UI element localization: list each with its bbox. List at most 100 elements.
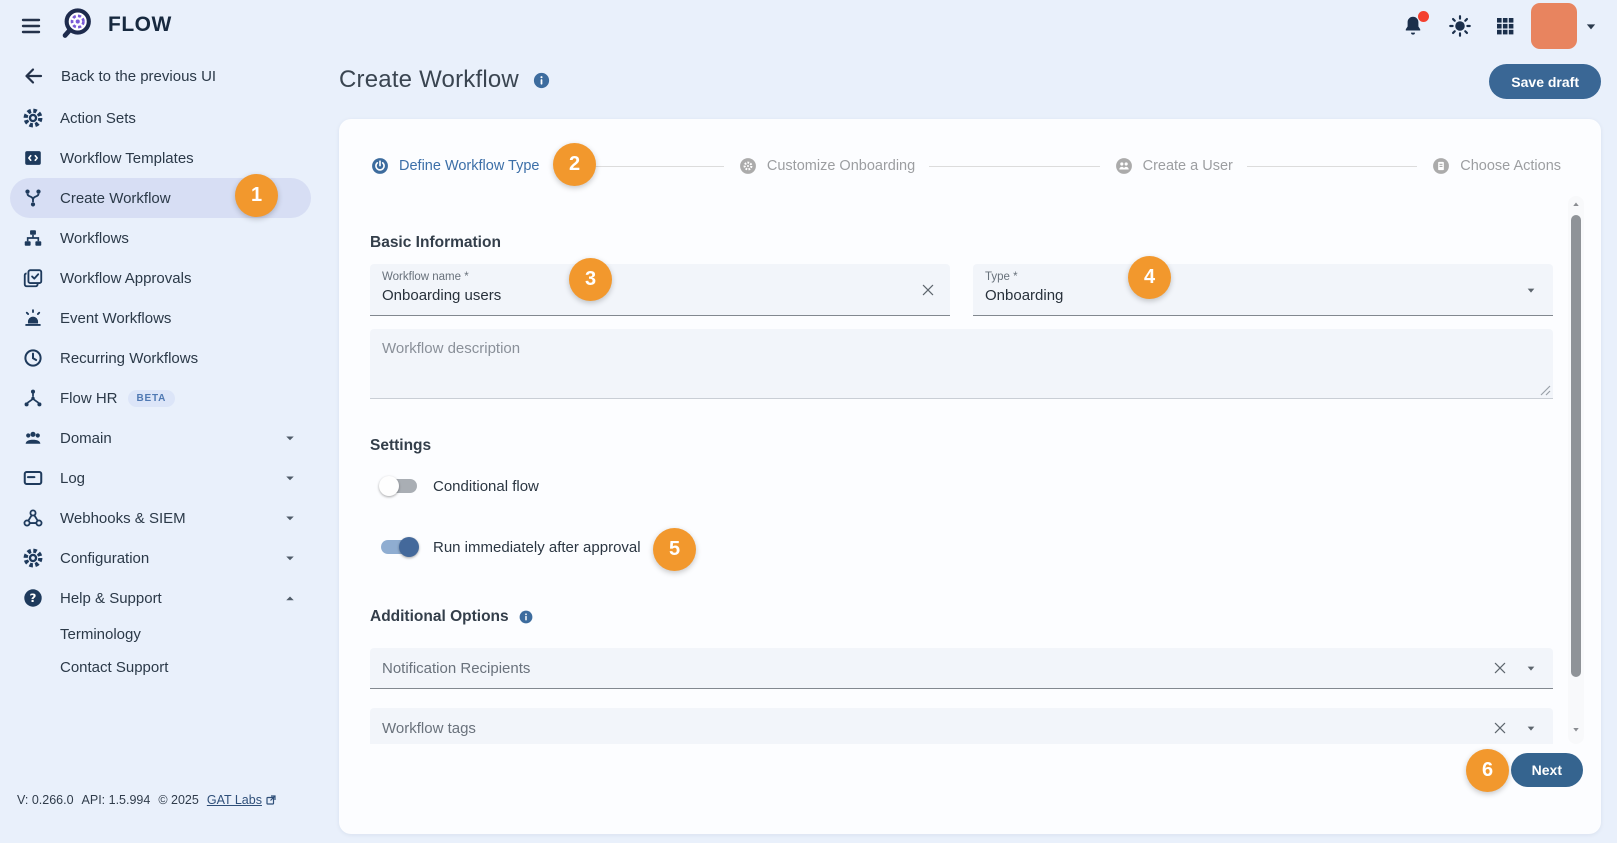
beta-badge: BETA bbox=[127, 389, 176, 407]
workflow-name-field: Workflow name * bbox=[370, 264, 950, 316]
webhooks-icon bbox=[21, 506, 45, 530]
help-question-icon: ? bbox=[21, 586, 45, 610]
sidebar-subitem-terminology[interactable]: Terminology bbox=[0, 618, 321, 651]
conditional-flow-toggle[interactable] bbox=[379, 476, 417, 496]
workflow-description-textarea[interactable] bbox=[370, 329, 1553, 398]
step-create-a-user[interactable]: Create a User bbox=[1114, 156, 1233, 176]
flow-magnifier-logo-icon bbox=[60, 6, 98, 44]
domain-people-icon bbox=[21, 426, 45, 450]
notification-dot bbox=[1418, 11, 1429, 22]
sidebar: Back to the previous UI Action Sets Work… bbox=[0, 52, 321, 807]
app-logo[interactable]: FLOW bbox=[60, 6, 172, 44]
page-title-row: Create Workflow bbox=[339, 60, 551, 100]
external-link-icon bbox=[266, 795, 276, 805]
step-connector bbox=[929, 165, 1100, 167]
scroll-up-arrow[interactable] bbox=[1570, 199, 1582, 211]
wizard-stepper: Define Workflow Type Customize Onboardin… bbox=[370, 149, 1561, 183]
sidebar-item-workflows[interactable]: Workflows bbox=[10, 218, 311, 258]
sidebar-subitem-contact-support[interactable]: Contact Support bbox=[0, 651, 321, 684]
gat-labs-link[interactable]: GAT Labs bbox=[207, 793, 277, 807]
type-select-caret-icon[interactable] bbox=[1523, 282, 1539, 298]
conditional-flow-row: Conditional flow bbox=[370, 473, 1553, 499]
back-label: Back to the previous UI bbox=[61, 67, 217, 85]
hamburger-menu-icon[interactable] bbox=[18, 14, 44, 38]
notification-recipients-placeholder: Notification Recipients bbox=[382, 659, 531, 677]
sidebar-item-domain[interactable]: Domain bbox=[10, 418, 311, 458]
chevron-down-icon bbox=[281, 509, 299, 527]
run-immediately-label: Run immediately after approval bbox=[433, 538, 641, 556]
annotation-badge-1: 1 bbox=[235, 174, 278, 217]
step-customize-onboarding[interactable]: Customize Onboarding bbox=[738, 156, 915, 176]
run-immediately-toggle[interactable] bbox=[381, 537, 419, 557]
additional-options-heading: Additional Options bbox=[370, 608, 509, 625]
page-info-icon[interactable] bbox=[532, 71, 551, 90]
toggle-knob bbox=[399, 537, 419, 557]
workflow-name-input[interactable] bbox=[382, 287, 855, 304]
clear-tags-x-icon[interactable] bbox=[1492, 720, 1508, 736]
type-label: Type * bbox=[985, 271, 1018, 283]
step-define-workflow-type[interactable]: Define Workflow Type bbox=[370, 156, 540, 176]
resize-handle[interactable] bbox=[1540, 385, 1551, 396]
recurring-workflows-clock-icon bbox=[21, 346, 45, 370]
workflow-approvals-icon bbox=[21, 266, 45, 290]
workflow-templates-icon bbox=[21, 146, 45, 170]
sidebar-item-webhooks-siem[interactable]: Webhooks & SIEM bbox=[10, 498, 311, 538]
workflow-name-label: Workflow name * bbox=[382, 271, 469, 283]
actions-step-icon bbox=[1431, 156, 1451, 176]
user-avatar[interactable] bbox=[1531, 3, 1577, 49]
basic-information-heading: Basic Information bbox=[370, 234, 501, 251]
workflow-description-field bbox=[370, 329, 1553, 399]
back-to-previous-ui[interactable]: Back to the previous UI bbox=[10, 58, 311, 94]
next-button[interactable]: Next bbox=[1510, 753, 1583, 787]
action-sets-icon bbox=[21, 106, 45, 130]
scrollbar-thumb[interactable] bbox=[1571, 215, 1581, 677]
sidebar-item-workflow-templates[interactable]: Workflow Templates bbox=[10, 138, 311, 178]
account-chevron-down-icon[interactable] bbox=[1581, 16, 1601, 36]
step-choose-actions[interactable]: Choose Actions bbox=[1431, 156, 1561, 176]
clear-name-x-icon[interactable] bbox=[920, 282, 936, 298]
workflow-tags-select[interactable]: Workflow tags bbox=[370, 708, 1553, 744]
sidebar-item-recurring-workflows[interactable]: Recurring Workflows bbox=[10, 338, 311, 378]
sidebar-item-flow-hr[interactable]: Flow HR BETA bbox=[10, 378, 311, 418]
chevron-up-icon bbox=[281, 589, 299, 607]
sidebar-item-event-workflows[interactable]: Event Workflows bbox=[10, 298, 311, 338]
save-draft-button[interactable]: Save draft bbox=[1489, 64, 1601, 99]
users-step-icon bbox=[1114, 156, 1134, 176]
sidebar-item-configuration[interactable]: Configuration bbox=[10, 538, 311, 578]
theme-brightness-icon[interactable] bbox=[1447, 13, 1473, 39]
version-footer: V: 0.266.0 API: 1.5.994 © 2025 GAT Labs bbox=[17, 793, 277, 807]
vertical-scrollbar bbox=[1568, 196, 1584, 744]
sidebar-item-action-sets[interactable]: Action Sets bbox=[10, 98, 311, 138]
run-immediately-row: Run immediately after approval bbox=[370, 534, 1553, 560]
form-scroll-area: Basic Information Workflow name * Type *… bbox=[339, 196, 1568, 744]
clear-recipients-x-icon[interactable] bbox=[1492, 660, 1508, 676]
notification-recipients-select[interactable]: Notification Recipients bbox=[370, 648, 1553, 689]
annotation-badge-6: 6 bbox=[1466, 749, 1509, 792]
chevron-down-icon bbox=[281, 469, 299, 487]
notifications-bell-icon[interactable] bbox=[1401, 11, 1429, 38]
sidebar-item-workflow-approvals[interactable]: Workflow Approvals bbox=[10, 258, 311, 298]
chevron-down-icon bbox=[281, 549, 299, 567]
apps-grid-icon[interactable] bbox=[1493, 14, 1517, 38]
power-step-icon bbox=[370, 156, 390, 176]
workflow-tags-placeholder: Workflow tags bbox=[382, 719, 476, 737]
panel-footer: Next bbox=[1510, 753, 1583, 787]
api-version: API: 1.5.994 bbox=[81, 793, 151, 807]
annotation-badge-5: 5 bbox=[653, 528, 696, 571]
additional-options-info-icon[interactable] bbox=[518, 609, 534, 625]
page-title: Create Workflow bbox=[339, 66, 519, 93]
copyright: © 2025 bbox=[158, 793, 199, 807]
scroll-down-arrow[interactable] bbox=[1570, 723, 1582, 735]
settings-heading: Settings bbox=[370, 437, 432, 454]
workflows-sitemap-icon bbox=[21, 226, 45, 250]
type-value: Onboarding bbox=[985, 287, 1064, 304]
sidebar-item-log[interactable]: Log bbox=[10, 458, 311, 498]
conditional-flow-label: Conditional flow bbox=[433, 477, 539, 495]
tags-select-caret-icon[interactable] bbox=[1523, 720, 1539, 736]
sidebar-item-help-support[interactable]: ? Help & Support bbox=[10, 578, 311, 618]
recipients-select-caret-icon[interactable] bbox=[1523, 660, 1539, 676]
brand-name: FLOW bbox=[108, 13, 172, 36]
annotation-badge-2: 2 bbox=[553, 143, 596, 186]
type-select-field[interactable]: Type * Onboarding bbox=[973, 264, 1553, 316]
top-header: FLOW bbox=[0, 0, 1617, 52]
